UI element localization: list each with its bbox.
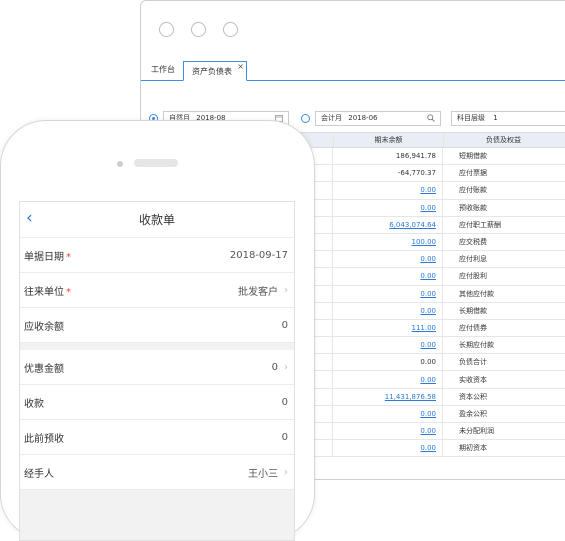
window-titlebar [141,1,565,57]
form-row: 收款 0 [20,385,294,420]
field-value: 2018-09-17 [229,249,288,261]
field-label: 应收余额 [24,321,64,333]
closing-balance-cell[interactable]: 100.00 [332,233,442,251]
window-close-dot[interactable] [159,21,174,37]
page-title: 收款单 [138,213,175,227]
field-value: 0 [281,319,288,331]
liability-item-cell: 应交税费 [442,233,562,251]
phone-screen: ‹ 收款单 单据日期 * 2018-09-17 往来单位 * 批发客户 › 应收余额 0 优惠金额… [19,201,295,541]
closing-balance-cell[interactable]: 0.00 [332,423,442,440]
field-label: 经手人 [24,468,54,480]
liability-item-cell: 长期借款 [442,302,562,319]
subject-level-value: 1 [493,114,498,122]
header-liabilities-equity: 负债及权益 [443,133,563,147]
subject-level-select[interactable]: 科目层级 1 ▾ [451,110,565,126]
liability-item-cell: 长期应付款 [442,337,562,354]
liability-item-cell: 负债合计 [442,354,562,371]
form-row[interactable]: 经手人 王小三 › [20,455,294,490]
field-value: 0 [271,361,278,373]
field-value: 王小三 [248,468,278,480]
closing-balance-cell[interactable]: 111.00 [332,319,442,337]
accounting-month-radio[interactable] [301,113,310,123]
liability-item-cell: 盈余公积 [442,405,562,422]
closing-balance-cell[interactable]: 0.00 [332,337,442,354]
closing-balance-cell: 186,941.78 [332,148,442,165]
closing-balance-cell[interactable]: 0.00 [332,199,442,216]
required-mark: * [66,251,71,263]
field-value: 0 [281,396,288,408]
closing-balance-cell[interactable]: 0.00 [332,302,442,319]
window-maximize-dot[interactable] [223,21,238,37]
liability-item-cell: 预收账款 [442,199,562,216]
tab-balance-sheet-label: 资产负债表 [192,67,232,76]
closing-balance-cell[interactable]: 11,431,876.58 [332,388,442,405]
required-mark: * [66,286,71,298]
liability-item-cell: 未分配利润 [442,423,562,440]
closing-balance-cell[interactable]: 0.00 [332,285,442,302]
form-row[interactable]: 优惠金额 0 › [20,350,294,385]
liability-item-cell: 资本公积 [442,388,562,405]
field-label: 此前预收 [24,433,64,445]
field-value: 0 [281,431,288,443]
liability-item-cell: 应付职工薪酬 [442,216,562,233]
liability-item-cell: 应付股利 [442,268,562,285]
form-row: 此前预收 0 [20,420,294,455]
closing-balance-cell[interactable]: 0.00 [332,251,442,268]
chevron-right-icon: › [284,361,288,373]
liability-item-cell: 应付票据 [442,165,562,182]
closing-balance-cell[interactable]: 0.00 [332,371,442,388]
subject-level-label: 科目层级 [457,114,485,122]
liability-item-cell: 期初资本 [442,440,562,457]
closing-balance-cell: -64,770.37 [332,165,442,182]
field-label: 往来单位 * [24,286,71,298]
closing-balance-cell[interactable]: 0.00 [332,405,442,422]
liability-item-cell: 其他应付款 [442,285,562,302]
accounting-month-value: 2018-06 [348,114,378,122]
section-gap [20,343,294,350]
window-minimize-dot[interactable] [191,21,206,37]
close-icon[interactable]: × [237,57,244,76]
phone-speaker [134,159,178,167]
form-row: 应收余额 0 [20,308,294,343]
closing-balance-cell[interactable]: 6,043,074.64 [332,216,442,233]
liability-item-cell: 应付债券 [442,319,562,337]
chevron-right-icon: › [284,466,288,478]
field-value: 批发客户 [238,286,278,298]
chevron-right-icon: › [284,284,288,296]
form-row[interactable]: 往来单位 * 批发客户 › [20,273,294,308]
liability-item-cell: 应付利息 [442,251,562,268]
closing-balance-cell: 0.00 [332,354,442,371]
phone-frame: ‹ 收款单 单据日期 * 2018-09-17 往来单位 * 批发客户 › 应收余额 0 优惠金额… [0,120,315,541]
closing-balance-cell[interactable]: 0.00 [332,268,442,285]
tab-workbench[interactable]: 工作台 [143,60,183,80]
back-icon[interactable]: ‹ [26,209,33,227]
liability-item-cell: 应付账款 [442,182,562,199]
closing-balance-cell[interactable]: 0.00 [332,440,442,457]
accounting-month-label: 会计月 [321,114,342,122]
receipt-form: 单据日期 * 2018-09-17 往来单位 * 批发客户 › 应收余额 0 优惠金额 0 › 收款 0 此… [20,238,294,490]
header-closing-balance: 期末余额 [333,133,443,147]
liability-item-cell: 短期借款 [442,148,562,165]
field-label: 单据日期 * [24,251,71,263]
tab-balance-sheet[interactable]: 资产负债表 × [183,61,247,81]
field-label: 收款 [24,398,44,410]
accounting-month-field[interactable]: 会计月 2018-06 [315,110,441,126]
closing-balance-cell[interactable]: 0.00 [332,182,442,199]
field-label: 优惠金额 [24,363,64,375]
search-icon[interactable] [427,114,435,122]
nav-bar: ‹ 收款单 [20,202,294,238]
liability-item-cell: 实收资本 [442,371,562,388]
phone-camera [117,161,123,167]
tab-bar: 工作台 资产负债表 × [141,57,565,81]
form-row: 单据日期 * 2018-09-17 [20,238,294,273]
